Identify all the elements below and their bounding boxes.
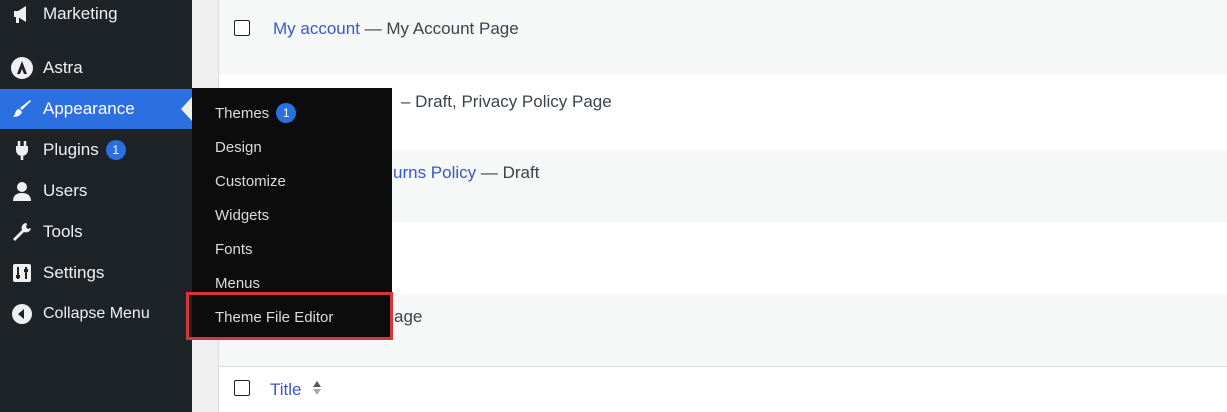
submenu-item-label: Widgets <box>215 206 270 224</box>
submenu-item-themes[interactable]: Themes 1 <box>215 101 297 125</box>
title-column-header[interactable]: Title <box>270 380 322 401</box>
sidebar-item-users[interactable]: Users <box>0 171 192 211</box>
sidebar-item-appearance[interactable]: Appearance <box>0 89 192 129</box>
page-state: age <box>394 307 423 326</box>
sidebar-item-astra[interactable]: Astra <box>0 48 192 88</box>
row-title: age <box>394 307 422 327</box>
submenu-item-label: Fonts <box>215 240 253 258</box>
page-state: – Draft, Privacy Policy Page <box>401 92 612 111</box>
submenu-item-label: Design <box>215 138 262 156</box>
submenu-item-label: Menus <box>215 274 261 292</box>
submenu-item-label: Customize <box>215 172 286 190</box>
submenu-item-label: Themes <box>215 104 270 122</box>
plugins-update-badge: 1 <box>105 140 126 160</box>
collapse-arrow-icon <box>10 302 34 326</box>
paintbrush-icon <box>10 97 34 121</box>
page-state: — Draft <box>476 163 540 182</box>
admin-sidebar: Marketing Astra Appearance Plugins 1 Use… <box>0 0 192 412</box>
submenu-item-widgets[interactable]: Widgets <box>215 203 269 227</box>
sidebar-item-label: Collapse Menu <box>43 305 150 322</box>
sidebar-item-label: Marketing <box>43 4 118 23</box>
astra-icon <box>10 56 34 80</box>
submenu-item-customize[interactable]: Customize <box>215 169 286 193</box>
page-state: — My Account Page <box>359 19 519 38</box>
select-all-checkbox[interactable] <box>234 380 250 396</box>
sidebar-item-tools[interactable]: Tools <box>0 212 192 252</box>
row-title: urns Policy — Draft <box>393 163 539 183</box>
row-title: – Draft, Privacy Policy Page <box>401 92 612 112</box>
user-icon <box>10 179 34 203</box>
sidebar-item-label: Appearance <box>43 99 135 118</box>
themes-update-badge: 1 <box>276 103 297 123</box>
row-title: My account — My Account Page <box>273 19 519 39</box>
sliders-icon <box>10 261 34 285</box>
submenu-item-design[interactable]: Design <box>215 135 262 159</box>
table-footer: Title <box>219 366 1227 412</box>
page-title-link[interactable]: My account <box>273 19 360 38</box>
megaphone-icon <box>10 2 34 26</box>
sidebar-item-label: Settings <box>43 263 105 282</box>
sidebar-item-settings[interactable]: Settings <box>0 253 192 293</box>
page-title-link[interactable]: urns Policy <box>393 163 476 182</box>
sidebar-item-label: Users <box>43 181 88 200</box>
table-row: My account — My Account Page <box>219 0 1227 75</box>
theme-file-editor-highlight <box>186 292 393 340</box>
sort-arrows-icon <box>312 380 322 401</box>
sidebar-collapse-menu[interactable]: Collapse Menu <box>0 294 192 334</box>
sidebar-item-plugins[interactable]: Plugins 1 <box>0 130 192 170</box>
plug-icon <box>10 138 34 162</box>
submenu-item-fonts[interactable]: Fonts <box>215 237 253 261</box>
sidebar-item-label: Astra <box>43 58 83 77</box>
title-sort-link[interactable]: Title <box>270 380 302 399</box>
sidebar-item-label: Tools <box>43 222 83 241</box>
wrench-icon <box>10 220 34 244</box>
sidebar-item-marketing[interactable]: Marketing <box>0 0 192 34</box>
sidebar-item-label: Plugins <box>43 140 99 159</box>
row-checkbox[interactable] <box>234 20 250 36</box>
